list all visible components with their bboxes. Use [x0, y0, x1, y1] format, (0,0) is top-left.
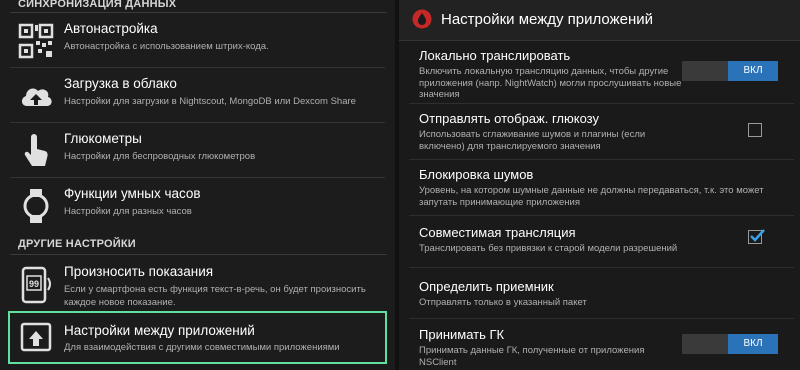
setting-subtitle: Использовать сглаживание шумов и плагины…: [419, 129, 646, 152]
menu-item-autosetup[interactable]: Автонастройка Автонастройка с использова…: [8, 13, 387, 69]
menu-item-subtitle: Для взаимодействия с другими совместимым…: [64, 342, 340, 353]
setting-broadcast-locally[interactable]: Локально транслировать Включить локальну…: [399, 42, 800, 102]
qr-code-icon: [18, 23, 54, 59]
app-logo-icon: [412, 9, 432, 29]
setting-subtitle: Уровень, на котором шумные данные не дол…: [419, 185, 764, 208]
smartwatch-icon: [23, 189, 49, 223]
divider: [409, 318, 794, 319]
section-header-sync: СИНХРОНИЗАЦИЯ ДАННЫХ: [18, 0, 177, 10]
menu-item-subtitle: Настройки для беспроводных глюкометров: [64, 151, 256, 162]
menu-item-subtitle: Настройки для загрузки в Nightscout, Mon…: [64, 96, 356, 107]
setting-subtitle: Отправлять только в указанный пакет: [419, 297, 587, 308]
menu-item-smartwatch[interactable]: Функции умных часов Настройки для разных…: [8, 178, 387, 234]
setting-title: Отправлять отображ. глюкозу: [419, 111, 599, 126]
checkmark-icon: [750, 229, 765, 242]
setting-title: Определить приемник: [419, 279, 554, 294]
menu-item-inter-app-settings[interactable]: Настройки между приложений Для взаимодей…: [8, 311, 387, 364]
share-upload-icon: [20, 322, 52, 352]
send-display-glucose-checkbox[interactable]: [748, 123, 762, 137]
setting-subtitle: Принимать данные ГК, полученные от прило…: [419, 345, 645, 368]
menu-item-speak-readings[interactable]: 99 Произносить показания Если у смартфон…: [8, 256, 387, 312]
menu-item-cloud-upload[interactable]: Загрузка в облако Настройки для загрузки…: [8, 68, 387, 124]
toggle-on-label: ВКЛ: [728, 61, 778, 81]
setting-title: Совместимая трансляция: [419, 225, 576, 240]
setting-identify-receiver[interactable]: Определить приемник Отправлять только в …: [399, 273, 800, 317]
menu-item-title: Функции умных часов: [64, 186, 201, 201]
setting-title: Блокировка шумов: [419, 167, 534, 182]
setting-subtitle: Включить локальную трансляцию данных, чт…: [419, 66, 682, 100]
section-divider: [10, 254, 387, 255]
menu-item-title: Произносить показания: [64, 264, 214, 279]
menu-item-title: Настройки между приложений: [64, 323, 255, 338]
divider: [409, 159, 794, 160]
toggle-on-label: ВКЛ: [728, 334, 778, 354]
panel-header: Настройки между приложений: [399, 0, 800, 41]
menu-item-subtitle: Настройки для разных часов: [64, 206, 192, 217]
divider: [409, 103, 794, 104]
divider: [409, 267, 794, 268]
menu-item-title: Загрузка в облако: [64, 76, 177, 91]
accept-bg-toggle[interactable]: ВКЛ: [682, 334, 778, 354]
panel-title: Настройки между приложений: [441, 11, 654, 28]
setting-noise-blocking[interactable]: Блокировка шумов Уровень, на котором шум…: [399, 161, 800, 213]
speak-phone-icon-text: 99: [29, 279, 39, 289]
inter-app-settings-panel: Настройки между приложений Локально тран…: [399, 0, 800, 370]
menu-item-subtitle: Автонастройка с использованием штрих-код…: [64, 41, 269, 52]
setting-compatible-broadcast[interactable]: Совместимая трансляция Транслировать без…: [399, 219, 800, 264]
menu-item-title: Глюкометры: [64, 131, 142, 146]
setting-accept-bg[interactable]: Принимать ГК Принимать данные ГК, получе…: [399, 321, 800, 370]
setting-send-display-glucose[interactable]: Отправлять отображ. глюкозу Использовать…: [399, 105, 800, 157]
compatible-broadcast-checkbox[interactable]: [748, 229, 765, 244]
setting-title: Принимать ГК: [419, 327, 505, 342]
touch-hand-icon: [24, 134, 48, 166]
menu-item-subtitle: Если у смартфона есть функция текст-в-ре…: [64, 284, 366, 308]
menu-item-glucometers[interactable]: Глюкометры Настройки для беспроводных гл…: [8, 123, 387, 179]
section-header-other: ДРУГИЕ НАСТРОЙКИ: [18, 238, 136, 250]
divider: [409, 215, 794, 216]
setting-subtitle: Транслировать без привязки к старой моде…: [419, 243, 678, 254]
broadcast-toggle[interactable]: ВКЛ: [682, 61, 778, 81]
menu-item-title: Автонастройка: [64, 21, 158, 36]
settings-menu-panel: СИНХРОНИЗАЦИЯ ДАННЫХ Автонастройка Автон…: [0, 0, 395, 370]
cloud-upload-icon: [21, 88, 52, 106]
setting-title: Локально транслировать: [419, 48, 571, 63]
speak-phone-icon: 99: [21, 266, 51, 304]
